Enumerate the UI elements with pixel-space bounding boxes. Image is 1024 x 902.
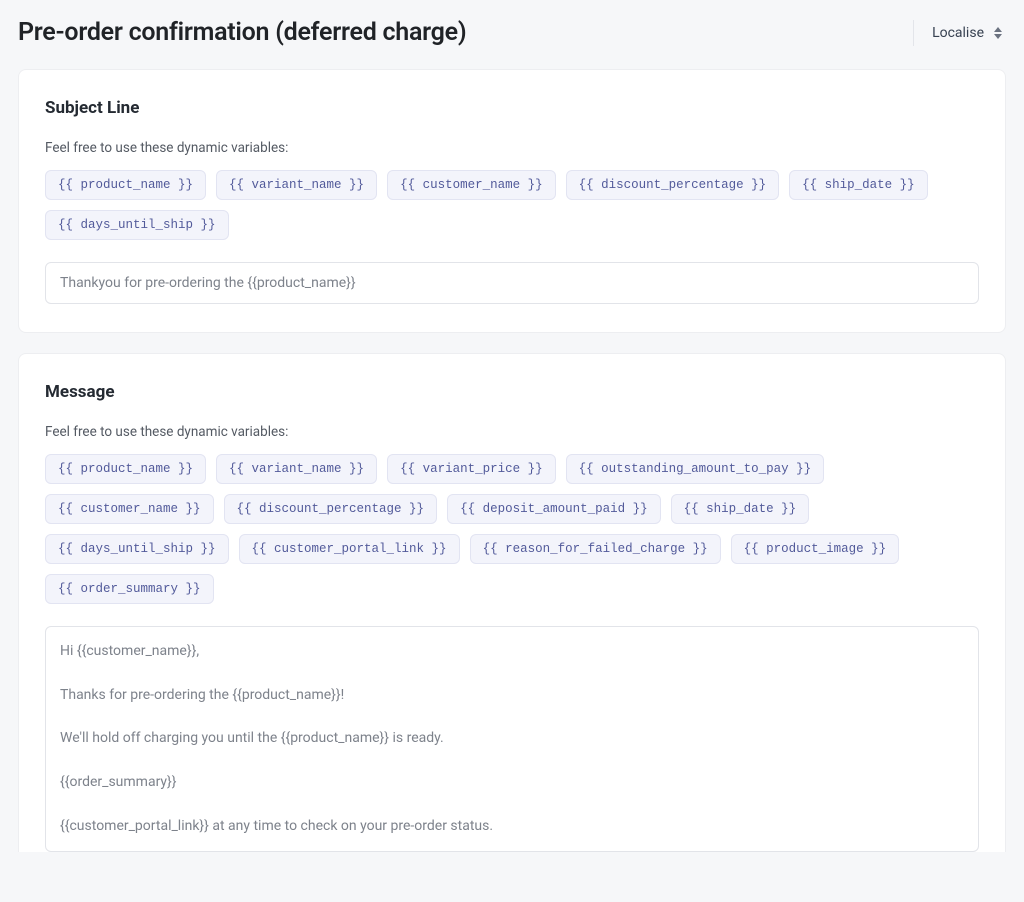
message-heading: Message	[45, 382, 979, 402]
subject-hint: Feel free to use these dynamic variables…	[45, 140, 979, 156]
message-chip[interactable]: {{ product_name }}	[45, 454, 206, 484]
message-chip[interactable]: {{ outstanding_amount_to_pay }}	[566, 454, 825, 484]
message-card: Message Feel free to use these dynamic v…	[18, 353, 1006, 852]
message-chip[interactable]: {{ order_summary }}	[45, 574, 214, 604]
message-variable-chips: {{ product_name }} {{ variant_name }} {{ v…	[45, 454, 979, 604]
page-header: Pre-order confirmation (deferred charge)…	[0, 0, 1024, 69]
message-body-line: We'll hold off charging you until the {{…	[60, 728, 964, 750]
subject-heading: Subject Line	[45, 98, 979, 118]
subject-chip[interactable]: {{ variant_name }}	[216, 170, 377, 200]
subject-chip[interactable]: {{ days_until_ship }}	[45, 210, 229, 240]
message-body-line: Thanks for pre-ordering the {{product_na…	[60, 685, 964, 707]
subject-card: Subject Line Feel free to use these dyna…	[18, 69, 1006, 333]
message-chip[interactable]: {{ ship_date }}	[671, 494, 810, 524]
message-body-line: {{customer_portal_link}} at any time to …	[60, 816, 964, 838]
message-chip[interactable]: {{ customer_portal_link }}	[239, 534, 460, 564]
message-chip[interactable]: {{ product_image }}	[731, 534, 900, 564]
localise-label: Localise	[932, 25, 984, 41]
subject-chip[interactable]: {{ ship_date }}	[789, 170, 928, 200]
message-chip[interactable]: {{ days_until_ship }}	[45, 534, 229, 564]
page-title: Pre-order confirmation (deferred charge)	[18, 18, 466, 47]
subject-chip[interactable]: {{ discount_percentage }}	[566, 170, 780, 200]
select-arrows-icon	[994, 27, 1002, 39]
subject-variable-chips: {{ product_name }} {{ variant_name }} {{ c…	[45, 170, 979, 240]
message-chip[interactable]: {{ reason_for_failed_charge }}	[470, 534, 721, 564]
message-textarea[interactable]: Hi {{customer_name}}, Thanks for pre-orde…	[45, 626, 979, 852]
subject-chip[interactable]: {{ customer_name }}	[387, 170, 556, 200]
message-hint: Feel free to use these dynamic variables…	[45, 424, 979, 440]
header-divider	[913, 20, 914, 46]
message-chip[interactable]: {{ customer_name }}	[45, 494, 214, 524]
message-chip[interactable]: {{ variant_name }}	[216, 454, 377, 484]
message-body-line: {{order_summary}}	[60, 772, 964, 794]
message-chip[interactable]: {{ variant_price }}	[387, 454, 556, 484]
localise-select[interactable]: Localise	[928, 21, 1006, 45]
message-chip[interactable]: {{ deposit_amount_paid }}	[447, 494, 661, 524]
message-chip[interactable]: {{ discount_percentage }}	[224, 494, 438, 524]
subject-chip[interactable]: {{ product_name }}	[45, 170, 206, 200]
subject-input[interactable]: Thankyou for pre-ordering the {{product_…	[45, 262, 979, 304]
page-root: Pre-order confirmation (deferred charge)…	[0, 0, 1024, 896]
message-body-line: Hi {{customer_name}},	[60, 641, 964, 663]
localise-wrap: Localise	[913, 20, 1006, 46]
